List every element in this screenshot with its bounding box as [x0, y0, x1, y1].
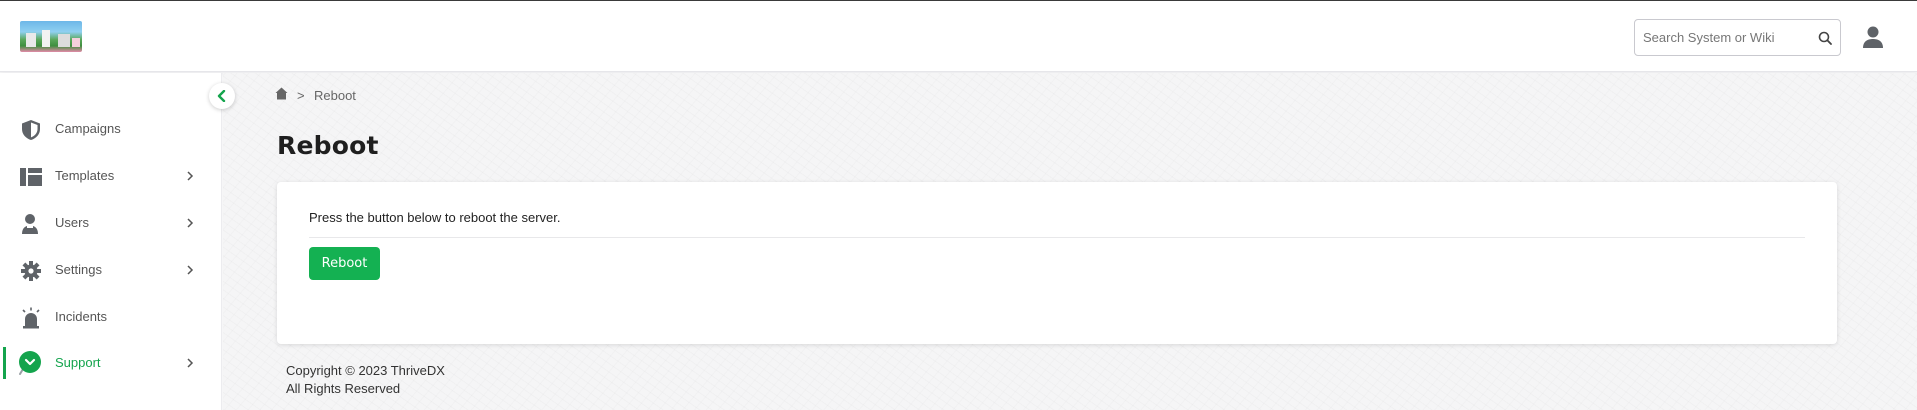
search-icon[interactable]: [1818, 31, 1832, 45]
search-box: [1634, 19, 1841, 56]
breadcrumb-separator: >: [297, 88, 305, 103]
templates-icon: [20, 168, 42, 186]
divider: [309, 237, 1805, 238]
reboot-card: Press the button below to reboot the ser…: [277, 182, 1837, 344]
sidebar-item-templates[interactable]: Templates: [0, 156, 222, 196]
user-profile-icon[interactable]: [1862, 25, 1884, 49]
home-icon[interactable]: [275, 87, 288, 100]
sidebar-collapse-button[interactable]: [209, 83, 235, 109]
sidebar-item-label: Campaigns: [55, 121, 121, 136]
sidebar-item-settings[interactable]: Settings: [0, 250, 222, 290]
reboot-description: Press the button below to reboot the ser…: [309, 210, 561, 225]
chevron-right-icon: [187, 358, 194, 368]
support-icon: [19, 351, 41, 375]
chevron-left-icon: [217, 90, 226, 102]
sidebar-item-label: Users: [55, 215, 89, 230]
alarm-icon: [22, 307, 40, 329]
logo[interactable]: [20, 21, 82, 52]
users-icon: [22, 214, 38, 234]
copyright-text: Copyright © 2023 ThriveDX: [286, 363, 445, 378]
shield-icon: [22, 120, 40, 140]
rights-text: All Rights Reserved: [286, 381, 401, 396]
sidebar-item-label: Support: [55, 355, 101, 370]
reboot-button[interactable]: Reboot: [309, 247, 380, 280]
sidebar-item-campaigns[interactable]: Campaigns: [0, 109, 222, 149]
chevron-right-icon: [187, 218, 194, 228]
sidebar-item-label: Templates: [55, 168, 115, 183]
footer: Copyright © 2023 ThriveDX All Rights Res…: [286, 362, 445, 398]
search-input[interactable]: [1643, 20, 1813, 55]
sidebar-item-users[interactable]: Users: [0, 203, 222, 243]
sidebar-item-label: Incidents: [55, 309, 108, 324]
sidebar-item-label: Settings: [55, 262, 102, 277]
sidebar-item-support[interactable]: Support: [0, 343, 222, 383]
page-title: Reboot: [277, 131, 379, 160]
top-bar: [0, 0, 1917, 72]
chevron-right-icon: [187, 265, 194, 275]
chevron-right-icon: [187, 171, 194, 181]
sidebar-item-incidents[interactable]: Incidents: [0, 297, 222, 337]
active-indicator: [3, 347, 6, 379]
breadcrumb-current: Reboot: [314, 88, 356, 103]
gear-icon: [21, 261, 41, 281]
